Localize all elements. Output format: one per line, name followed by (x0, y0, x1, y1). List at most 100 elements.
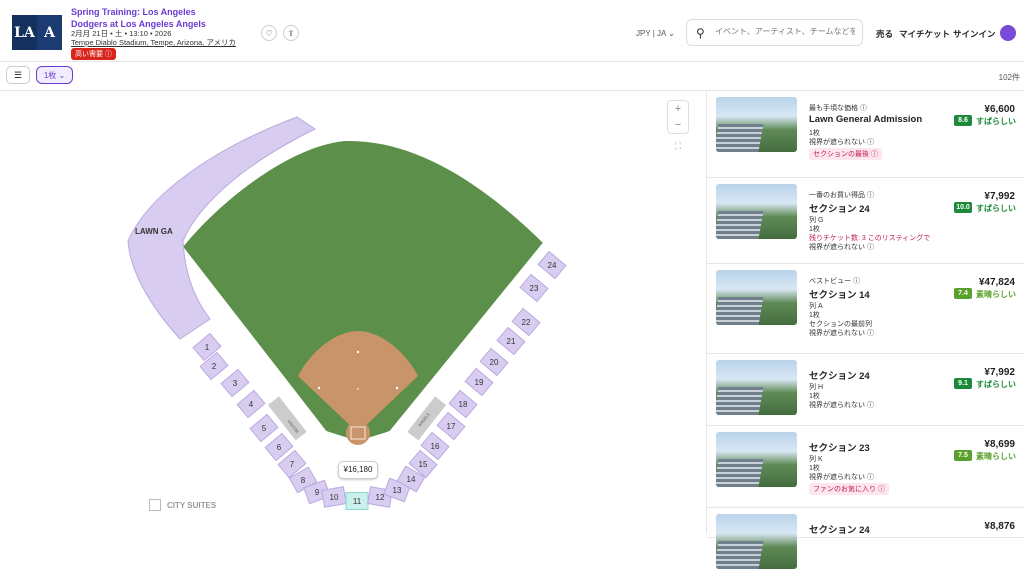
deal-score-badge: 8.6 (954, 115, 972, 126)
listing-count: 102件 (998, 73, 1020, 82)
checkbox-icon[interactable] (149, 499, 161, 511)
listing-price: ¥7,992 (984, 367, 1015, 378)
lawn-ga-label: LAWN GA (135, 227, 173, 236)
section-5[interactable]: 5 (249, 413, 279, 443)
listing-price: ¥8,876 (984, 521, 1015, 532)
listing-view-note: 視界が遮られない ⓘ (809, 330, 874, 337)
fit-map-button[interactable]: ⛶ (670, 141, 686, 157)
section-label: 16 (431, 442, 440, 451)
section-20[interactable]: 20 (479, 347, 509, 377)
section-label: 22 (522, 318, 531, 327)
sign-in-link[interactable]: サインイン (953, 28, 996, 40)
share-button[interactable]: ⇪ (283, 25, 299, 41)
section-10[interactable]: 10 (321, 486, 347, 508)
listing-card[interactable]: セクション 23 列 K 1枚 視界が遮られない ⓘ ファンのお気に入り ⓘ ¥8,699… (707, 426, 1024, 508)
section-label: 18 (459, 400, 468, 409)
listing-view-note: 視界が遮られない ⓘ (809, 139, 874, 146)
sell-link[interactable]: 売る (876, 28, 893, 40)
section-label: 13 (393, 486, 402, 495)
section-19[interactable]: 19 (464, 367, 494, 397)
section-label: 11 (353, 497, 362, 506)
section-23[interactable]: 23 (519, 273, 549, 303)
section-3[interactable]: 3 (220, 368, 250, 398)
section-label: 19 (475, 378, 484, 387)
user-avatar-icon[interactable] (1000, 25, 1016, 41)
section-label: 3 (233, 379, 238, 388)
angels-logo-icon: A (37, 15, 62, 50)
listing-section-name: セクション 24 (809, 371, 870, 382)
zoom-in-button[interactable]: + (668, 101, 688, 117)
deal-rating: 素晴らしい (976, 452, 1016, 461)
listing-card[interactable]: セクション 24 列 H 1枚 視界が遮られない ⓘ ¥7,992 9.1 すばらしい (707, 354, 1024, 426)
section-17[interactable]: 17 (436, 411, 466, 441)
seat-view-thumbnail[interactable] (716, 184, 797, 239)
listing-section-name: セクション 24 (809, 204, 870, 215)
listing-price: ¥47,824 (978, 277, 1015, 288)
listing-card[interactable]: 最も手頃な価格 ⓘ Lawn General Admission 1枚 視界が遮られな… (707, 91, 1024, 178)
section-label: 23 (530, 284, 539, 293)
seat-view-thumbnail[interactable] (716, 360, 797, 415)
listing-section-name: Lawn General Admission (809, 114, 923, 125)
section-24[interactable]: 24 (537, 250, 567, 280)
section-label: 9 (315, 488, 320, 497)
section-label: 20 (490, 358, 499, 367)
zoom-out-button[interactable]: − (668, 117, 688, 133)
listing-card[interactable]: 一番のお買い得品 ⓘ セクション 24 列 G 1枚 残りチケット数: 3 このリスティ… (707, 178, 1024, 264)
event-venue-link[interactable]: Tempe Diablo Stadium, Tempe, Arizona, アメ… (71, 37, 236, 48)
deal-rating: すばらしい (976, 380, 1016, 389)
section-label: 21 (507, 337, 516, 346)
seat-view-thumbnail[interactable] (716, 270, 797, 325)
seat-view-thumbnail[interactable] (716, 432, 797, 487)
section-label: 1 (205, 343, 210, 352)
quantity-selector[interactable]: 1枚 ⌄ (36, 66, 73, 84)
section-label: 2 (212, 362, 217, 371)
section-18[interactable]: 18 (448, 389, 478, 419)
search-input[interactable] (715, 27, 855, 36)
listing-view-note: 視界が遮られない ⓘ (809, 402, 874, 409)
price-pin[interactable]: ¥16,180 (338, 461, 378, 479)
section-4[interactable]: 4 (236, 389, 266, 419)
visitor-dugout (267, 396, 307, 441)
search-icon: ⚲ (696, 26, 705, 40)
section-label: 10 (330, 493, 339, 502)
event-title[interactable]: Spring Training: Los Angeles Dodgers at … (71, 6, 206, 30)
listings-panel[interactable]: 最も手頃な価格 ⓘ Lawn General Admission 1枚 視界が遮られな… (706, 91, 1024, 569)
section-label: 24 (548, 261, 557, 270)
listing-card[interactable]: ベストビュー ⓘ セクション 14 列 A 1枚 セクションの最前列 視界が遮られない ⓘ… (707, 264, 1024, 354)
city-suites-label: CITY SUITES (167, 500, 217, 510)
section-label: 14 (407, 475, 416, 484)
listing-price: ¥7,992 (984, 191, 1015, 202)
city-suites-legend[interactable]: CITY SUITES (149, 499, 216, 511)
seat-view-thumbnail[interactable] (716, 97, 797, 152)
dodgers-logo-icon: LA (14, 24, 35, 41)
deal-score-badge: 10.0 (954, 202, 972, 213)
section-21[interactable]: 21 (496, 326, 526, 356)
deal-score-badge: 7.5 (954, 450, 972, 461)
section-label: 17 (447, 422, 456, 431)
deal-rating: すばらしい (976, 204, 1016, 213)
currency-language-selector[interactable]: JPY | JA ⌄ (636, 29, 675, 38)
listing-tag: 最も手頃な価格 ⓘ (809, 105, 867, 112)
home-plate-area (346, 421, 370, 445)
listing-tag: 一番のお買い得品 ⓘ (809, 192, 874, 199)
sliders-icon: ☰ (13, 69, 23, 80)
zoom-controls[interactable]: + − (667, 100, 689, 134)
deal-rating: 素晴らしい (976, 290, 1016, 299)
section-11[interactable]: 11 (345, 492, 369, 510)
search-box[interactable]: ⚲ (686, 19, 863, 46)
listing-badge: セクションの最後 ⓘ (809, 148, 882, 160)
deal-score-badge: 7.4 (954, 288, 972, 299)
seat-view-thumbnail[interactable] (716, 514, 797, 569)
listing-tag: ベストビュー ⓘ (809, 278, 861, 285)
listing-badge: ファンのお気に入り ⓘ (809, 483, 889, 495)
section-22[interactable]: 22 (511, 307, 541, 337)
expand-icon: ⛶ (674, 141, 682, 151)
listing-section-name: セクション 14 (809, 290, 870, 301)
deal-score-badge: 9.1 (954, 378, 972, 389)
heart-icon: ♡ (265, 28, 273, 38)
event-logo: LA A (12, 15, 62, 50)
my-tickets-link[interactable]: マイチケット (899, 28, 950, 40)
demand-badge: 高い需要 ⓘ (71, 48, 116, 60)
filters-button[interactable]: ☰ (6, 66, 30, 84)
favorite-button[interactable]: ♡ (261, 25, 277, 41)
